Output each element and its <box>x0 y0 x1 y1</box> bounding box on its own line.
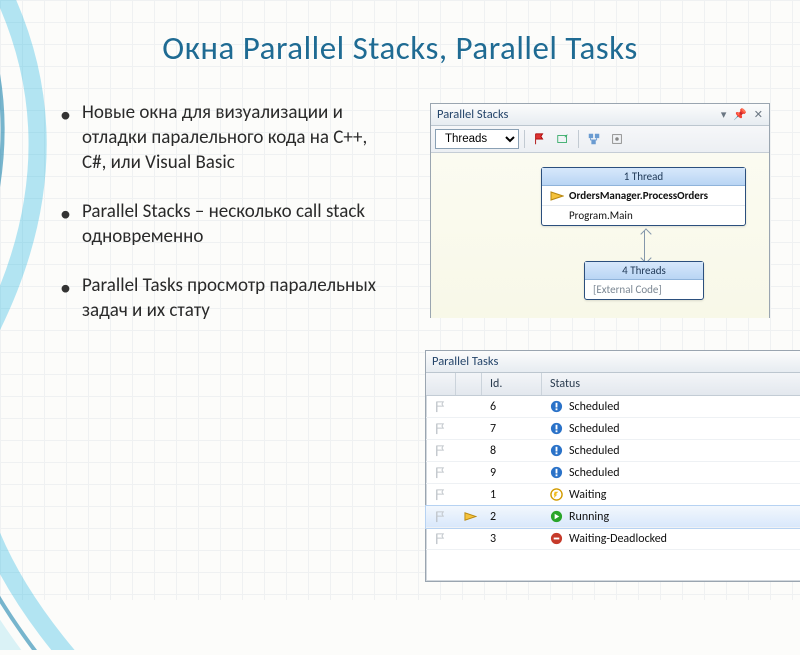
frame-label: [External Code] <box>593 283 662 296</box>
separator <box>578 130 579 148</box>
flag-icon[interactable] <box>426 466 456 479</box>
flag-icon[interactable] <box>426 488 456 501</box>
bullet-list: Новые окна для визуализации и отладки па… <box>60 100 390 324</box>
stack-frame[interactable]: Program.Main <box>542 205 745 225</box>
task-row[interactable]: 1Waiting <box>426 484 800 506</box>
task-status: Waiting <box>542 488 800 502</box>
bullet-item: Parallel Stacks – несколько call stack о… <box>60 199 390 249</box>
column-flag[interactable] <box>426 373 456 395</box>
close-icon[interactable]: ✕ <box>754 108 763 121</box>
toggle-method-view-icon[interactable] <box>584 129 604 149</box>
autoscroll-icon[interactable] <box>607 129 627 149</box>
task-id: 6 <box>482 400 542 414</box>
panel-title-text: Parallel Stacks <box>437 107 508 122</box>
task-id: 7 <box>482 422 542 436</box>
window-controls: ▾ 📌 ✕ <box>717 107 763 122</box>
tasks-body: 6Scheduled7Scheduled8Scheduled9Scheduled… <box>426 396 800 550</box>
task-row[interactable]: 2Running <box>426 506 800 528</box>
column-status[interactable]: Status <box>542 373 800 395</box>
current-indicator <box>456 510 482 523</box>
node-header: 4 Threads <box>585 262 703 280</box>
column-indicator[interactable] <box>456 373 482 395</box>
task-row[interactable]: 3Waiting-Deadlocked <box>426 528 800 550</box>
panel-titlebar[interactable]: Parallel Stacks ▾ 📌 ✕ <box>431 104 769 126</box>
panel-titlebar[interactable]: Parallel Tasks <box>426 351 800 373</box>
stacks-canvas[interactable]: 1 Thread OrdersManager.ProcessOrders Pro… <box>431 153 769 318</box>
flag-icon[interactable] <box>426 400 456 413</box>
tasks-header-row: Id. Status <box>426 373 800 396</box>
frame-label: OrdersManager.ProcessOrders <box>569 189 708 202</box>
task-row[interactable]: 8Scheduled <box>426 440 800 462</box>
task-status: Waiting-Deadlocked <box>542 532 800 546</box>
zoom-reset-icon[interactable] <box>553 129 573 149</box>
parallel-stacks-panel: Parallel Stacks ▾ 📌 ✕ Threads <box>430 103 770 318</box>
task-status: Scheduled <box>542 466 800 480</box>
task-id: 9 <box>482 466 542 480</box>
node-header: 1 Thread <box>542 168 745 186</box>
stack-frame-current[interactable]: OrdersManager.ProcessOrders <box>542 186 745 205</box>
task-row[interactable]: 6Scheduled <box>426 396 800 418</box>
task-id: 8 <box>482 444 542 458</box>
dropdown-icon[interactable]: ▾ <box>721 108 727 121</box>
bullet-item: Parallel Tasks просмотр паралельных зада… <box>60 273 390 323</box>
frame-label: Program.Main <box>569 209 633 222</box>
task-id: 2 <box>482 510 542 524</box>
task-id: 3 <box>482 532 542 546</box>
flag-icon[interactable] <box>426 422 456 435</box>
separator <box>524 130 525 148</box>
parallel-tasks-panel: Parallel Tasks Id. Status 6Scheduled7Sch… <box>425 350 800 582</box>
stack-node-bottom[interactable]: 4 Threads [External Code] <box>584 261 704 300</box>
task-status: Scheduled <box>542 422 800 436</box>
panel-toolbar: Threads <box>431 126 769 153</box>
current-frame-arrow-icon <box>550 191 564 201</box>
panel-title-text: Parallel Tasks <box>432 354 498 369</box>
bullet-item: Новые окна для визуализации и отладки па… <box>60 100 390 175</box>
task-row[interactable]: 7Scheduled <box>426 418 800 440</box>
stack-node-top[interactable]: 1 Thread OrdersManager.ProcessOrders Pro… <box>541 167 746 226</box>
task-status: Running <box>542 510 800 524</box>
flag-icon[interactable] <box>426 510 456 523</box>
task-status: Scheduled <box>542 400 800 414</box>
flag-show-icon[interactable] <box>530 129 550 149</box>
pin-icon[interactable]: 📌 <box>733 108 747 121</box>
flag-icon[interactable] <box>426 444 456 457</box>
task-status: Scheduled <box>542 444 800 458</box>
view-select[interactable]: Threads <box>435 129 519 149</box>
stack-frame[interactable]: [External Code] <box>585 280 703 299</box>
flag-icon[interactable] <box>426 532 456 545</box>
page-title: Окна Parallel Stacks, Parallel Tasks <box>0 0 800 68</box>
task-row[interactable]: 9Scheduled <box>426 462 800 484</box>
column-id[interactable]: Id. <box>482 373 542 395</box>
stack-connector <box>644 231 645 261</box>
task-id: 1 <box>482 488 542 502</box>
